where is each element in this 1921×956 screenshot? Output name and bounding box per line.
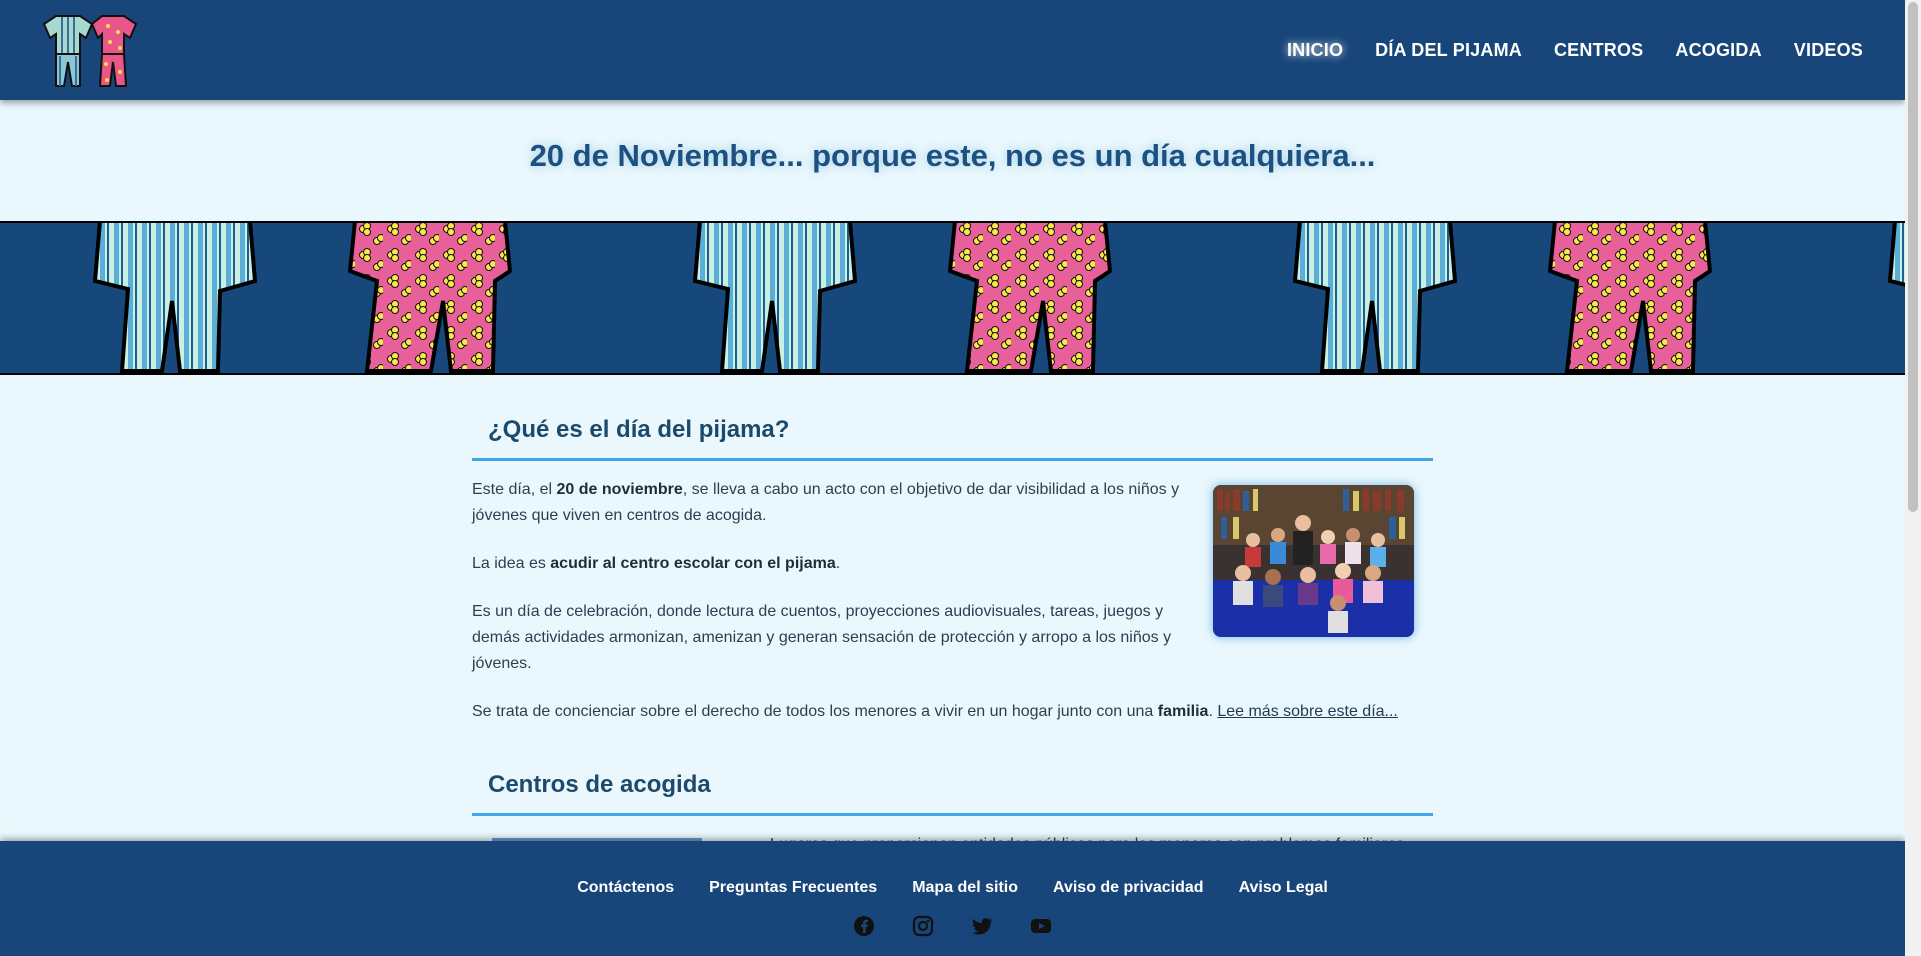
nav-centros[interactable]: CENTROS — [1554, 40, 1643, 61]
scrollbar-thumb[interactable] — [1908, 2, 1918, 512]
social-icons — [0, 915, 1905, 937]
section-heading-centros: Centros de acogida — [472, 755, 1433, 816]
paragraph-3: Es un día de celebración, donde lectura … — [472, 603, 1172, 672]
site-footer: Contáctenos Preguntas Frecuentes Mapa de… — [0, 841, 1905, 956]
nav-videos[interactable]: VIDEOS — [1794, 40, 1863, 61]
footer-link-contactenos[interactable]: Contáctenos — [577, 879, 674, 897]
pajamas-banner — [0, 221, 1905, 375]
footer-link-sitemap[interactable]: Mapa del sitio — [912, 879, 1018, 897]
main-content: ¿Qué es el día del pijama? Este día, el … — [472, 400, 1433, 816]
footer-link-faq[interactable]: Preguntas Frecuentes — [709, 879, 877, 897]
section-heading-dia-pijama: ¿Qué es el día del pijama? — [472, 400, 1433, 461]
footer-link-legal[interactable]: Aviso Legal — [1239, 879, 1328, 897]
facebook-icon[interactable] — [853, 915, 875, 937]
children-photo — [1213, 485, 1414, 637]
read-more-link[interactable]: Lee más sobre este día... — [1217, 703, 1398, 720]
footer-link-privacy[interactable]: Aviso de privacidad — [1053, 879, 1204, 897]
paragraph-2: La idea es acudir al centro escolar con … — [472, 555, 841, 572]
nav-acogida[interactable]: ACOGIDA — [1675, 40, 1761, 61]
paragraph-1: Este día, el 20 de noviembre, se lleva a… — [472, 481, 1180, 524]
page-title: 20 de Noviembre... porque este, no es un… — [529, 138, 1376, 173]
nav-dia-del-pijama[interactable]: DÍA DEL PIJAMA — [1375, 40, 1522, 61]
nav-inicio[interactable]: INICIO — [1287, 40, 1343, 61]
page-scrollbar[interactable] — [1905, 0, 1921, 956]
pajamas-logo[interactable] — [36, 10, 144, 90]
section-text: Este día, el 20 de noviembre, se lleva a… — [472, 477, 1202, 677]
footer-links: Contáctenos Preguntas Frecuentes Mapa de… — [0, 879, 1905, 897]
section-centros: Centros de acogida — [472, 755, 1433, 816]
youtube-icon[interactable] — [1030, 915, 1052, 937]
paragraph-4: Se trata de concienciar sobre el derecho… — [472, 703, 1398, 720]
main-nav: INICIO DÍA DEL PIJAMA CENTROS ACOGIDA VI… — [1287, 0, 1863, 100]
twitter-icon[interactable] — [971, 915, 993, 937]
site-header: INICIO DÍA DEL PIJAMA CENTROS ACOGIDA VI… — [0, 0, 1905, 100]
instagram-icon[interactable] — [912, 915, 934, 937]
